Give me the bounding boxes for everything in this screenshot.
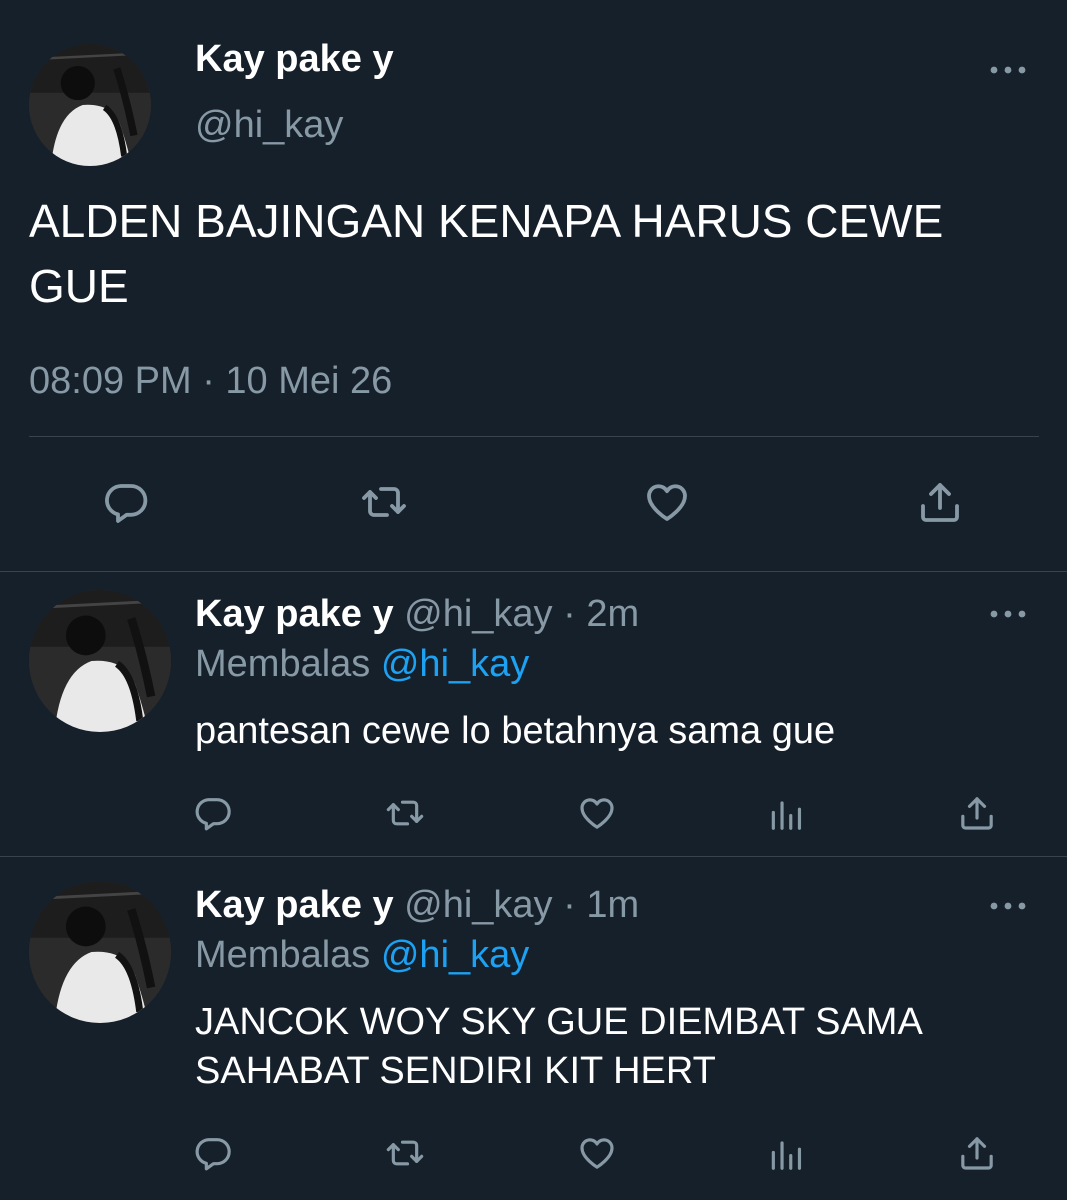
reply-header: Kay pake y @hi_kay · 1m bbox=[195, 882, 639, 928]
divider bbox=[29, 436, 1039, 437]
reply-icon[interactable] bbox=[193, 1133, 233, 1173]
display-name[interactable]: Kay pake y bbox=[195, 593, 394, 635]
analytics-icon[interactable] bbox=[767, 795, 805, 833]
reply-header: Kay pake y @hi_kay · 2m bbox=[195, 591, 639, 637]
replying-to-label: Membalas bbox=[195, 643, 371, 685]
share-icon[interactable] bbox=[957, 793, 997, 833]
reply-icon[interactable] bbox=[193, 793, 233, 833]
more-options-icon[interactable] bbox=[988, 898, 1028, 914]
replying-to: Membalas @hi_kay bbox=[195, 932, 529, 978]
divider bbox=[0, 571, 1067, 572]
user-handle[interactable]: @hi_kay bbox=[195, 102, 343, 148]
more-options-icon[interactable] bbox=[988, 62, 1028, 78]
user-handle[interactable]: @hi_kay bbox=[404, 593, 552, 635]
tweet-text-line: ALDEN BAJINGAN KENAPA HARUS CEWE bbox=[29, 195, 944, 247]
retweet-icon[interactable] bbox=[385, 1133, 425, 1173]
avatar[interactable] bbox=[29, 590, 171, 732]
reply-icon[interactable] bbox=[102, 478, 150, 526]
replying-to-handle[interactable]: @hi_kay bbox=[381, 643, 529, 685]
display-name[interactable]: Kay pake y bbox=[195, 884, 394, 926]
reply-time[interactable]: · 1m bbox=[563, 884, 639, 926]
avatar[interactable] bbox=[29, 44, 151, 166]
share-icon[interactable] bbox=[957, 1133, 997, 1173]
replying-to-label: Membalas bbox=[195, 934, 371, 976]
like-icon[interactable] bbox=[577, 1133, 617, 1173]
tweet-timestamp[interactable]: 08:09 PM · 10 Mei 26 bbox=[29, 358, 392, 404]
replying-to: Membalas @hi_kay bbox=[195, 641, 529, 687]
display-name[interactable]: Kay pake y bbox=[195, 36, 394, 82]
reply-text-line: pantesan cewe lo betahnya sama gue bbox=[195, 710, 836, 752]
divider bbox=[0, 856, 1067, 857]
more-options-icon[interactable] bbox=[988, 606, 1028, 622]
share-icon[interactable] bbox=[916, 478, 964, 526]
like-icon[interactable] bbox=[643, 478, 691, 526]
user-handle[interactable]: @hi_kay bbox=[404, 884, 552, 926]
retweet-icon[interactable] bbox=[360, 478, 408, 526]
retweet-icon[interactable] bbox=[385, 793, 425, 833]
like-icon[interactable] bbox=[577, 793, 617, 833]
analytics-icon[interactable] bbox=[767, 1135, 805, 1173]
tweet-text-line: GUE bbox=[29, 260, 129, 312]
reply-text-line: SAHABAT SENDIRI KIT HERT bbox=[195, 1050, 716, 1092]
avatar[interactable] bbox=[29, 881, 171, 1023]
reply-text-line: JANCOK WOY SKY GUE DIEMBAT SAMA bbox=[195, 1001, 923, 1043]
reply-time[interactable]: · 2m bbox=[563, 593, 639, 635]
replying-to-handle[interactable]: @hi_kay bbox=[381, 934, 529, 976]
